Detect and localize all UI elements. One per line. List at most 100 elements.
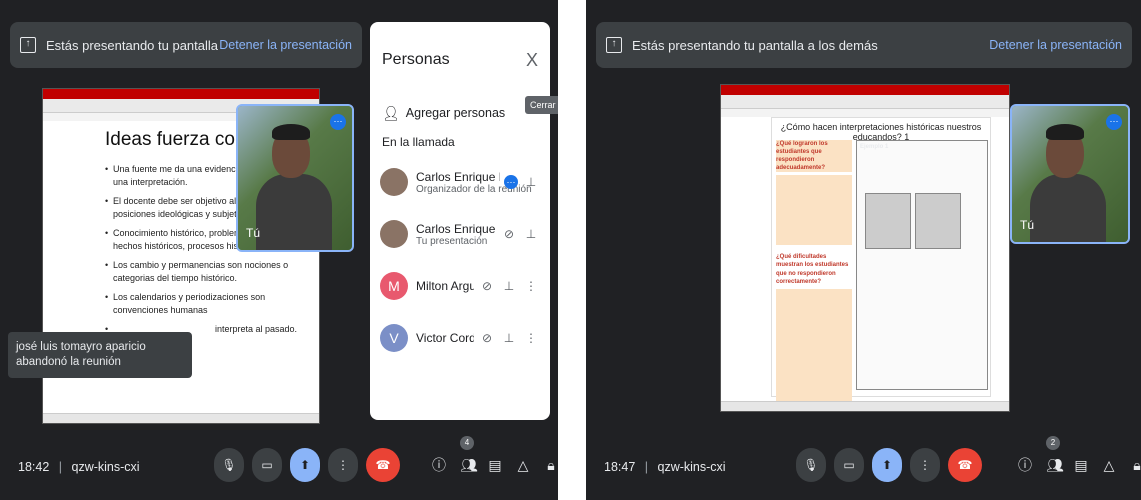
worksheet-answer-1 (776, 175, 852, 246)
worksheet-answer-2 (776, 288, 852, 409)
stop-presenting-button[interactable]: Detener la presentación (989, 38, 1122, 52)
close-icon[interactable]: X (526, 50, 538, 71)
side-controls: ⓘ 4 👥︎ ▤ △ 🔒︎ (432, 436, 558, 482)
add-people-label: Agregar personas (405, 106, 506, 120)
activities-icon[interactable]: △ (516, 448, 530, 482)
meeting-time: 18:47 (604, 460, 636, 474)
person-body (256, 174, 332, 250)
pin-off-icon[interactable]: ⊥ (522, 227, 540, 241)
presenting-message: Estás presentando tu pantalla a los demá… (46, 37, 219, 53)
left-meeting-toast: josé luis tomayro aparicio abandonó la r… (8, 332, 192, 378)
speaking-icon: ⋯ (504, 175, 518, 189)
info-icon[interactable]: ⓘ (1018, 448, 1032, 482)
avatar: M (380, 272, 408, 300)
call-controls: 🎙︎ ▭ ⬆ ⋮ ☎︎ (214, 448, 400, 482)
self-video-tile[interactable]: ⋯ Tú (1010, 104, 1130, 244)
worksheet-figure (915, 193, 961, 249)
lock-icon[interactable]: 🔒︎ (1130, 448, 1141, 482)
self-tile-label: Tú (1020, 218, 1035, 232)
end-call-icon[interactable]: ☎︎ (366, 448, 400, 482)
participant-row[interactable]: V Victor Cordova R... ⊘ ⊥ ⋮ (370, 312, 550, 364)
captions-icon[interactable]: ▭ (834, 448, 864, 482)
worksheet-question-1: ¿Qué lograron los estudiantes que respon… (776, 140, 852, 173)
presenting-banner: ↑ Estás presentando tu pantalla a los de… (10, 22, 362, 68)
people-icon[interactable]: 2 👥︎ (1046, 436, 1064, 482)
mic-off-icon[interactable]: ⊘ (500, 227, 518, 241)
ppt-title-bar (721, 85, 1009, 95)
meeting-info: 18:47 | qzw-kins-cxi (604, 460, 726, 474)
self-video-tile[interactable]: ⋯ Tú (236, 104, 354, 252)
participant-row[interactable]: Carlos Enrique Paucar P... Tu presentaci… (370, 208, 550, 260)
ppt-title-bar (43, 89, 319, 99)
more-options-icon[interactable]: ⋯ (330, 114, 346, 130)
pin-icon[interactable]: ⊥ (500, 279, 518, 293)
participant-name: Carlos Enrique Paucar P... (416, 221, 496, 236)
side-controls: ⓘ 2 👥︎ ▤ △ 🔒︎ (1018, 436, 1141, 482)
ppt-status-bar (43, 413, 319, 423)
mic-icon[interactable]: 🎙︎ (796, 448, 826, 482)
chat-icon[interactable]: ▤ (1074, 448, 1088, 482)
add-person-icon: 👤︎ (382, 104, 400, 121)
more-options-icon[interactable]: ⋮ (522, 279, 540, 293)
worksheet: ¿Cómo hacen interpretaciones históricas … (771, 117, 991, 409)
close-tooltip: Cerrar (525, 96, 558, 114)
person-body (1030, 174, 1106, 242)
chat-icon[interactable]: ▤ (488, 448, 502, 482)
meet-window-right: ↑ Estás presentando tu pantalla a los de… (586, 0, 1141, 500)
worksheet-example-box: Ejemplo 1 (856, 140, 988, 390)
captions-icon[interactable]: ▭ (252, 448, 282, 482)
end-call-icon[interactable]: ☎︎ (948, 448, 982, 482)
pin-icon[interactable]: ⊥ (522, 175, 540, 189)
slide-bullet: Los cambio y permanencias son nociones o… (105, 259, 305, 285)
pin-icon[interactable]: ⊥ (500, 331, 518, 345)
participant-name: Victor Cordova R... (416, 331, 474, 345)
mic-off-icon[interactable]: ⊘ (478, 331, 496, 345)
presenting-message: Estás presentando tu pantalla a los demá… (632, 37, 878, 53)
bottom-toolbar: 18:42 | qzw-kins-cxi 🎙︎ ▭ ⬆ ⋮ ☎︎ ⓘ 4 👥︎ ▤… (0, 434, 558, 500)
more-options-icon[interactable]: ⋮ (522, 331, 540, 345)
people-panel: Personas X 👤︎ Agregar personas En la lla… (370, 22, 550, 420)
meeting-code: qzw-kins-cxi (71, 460, 140, 474)
present-icon[interactable]: ⬆ (290, 448, 320, 482)
people-icon[interactable]: 4 👥︎ (460, 436, 478, 482)
participant-row[interactable]: Carlos Enrique Pauc... (Tú) Organizador … (370, 156, 550, 208)
ppt-status-bar (721, 401, 1009, 411)
participant-name: Milton Arguiñego (416, 279, 474, 293)
avatar (380, 168, 408, 196)
people-panel-title: Personas (382, 51, 450, 68)
call-controls: 🎙︎ ▭ ⬆ ⋮ ☎︎ (796, 448, 982, 482)
meet-window-left: ↑ Estás presentando tu pantalla a los de… (0, 0, 558, 500)
info-icon[interactable]: ⓘ (432, 448, 446, 482)
more-options-icon[interactable]: ⋯ (1106, 114, 1122, 130)
present-screen-icon: ↑ (20, 37, 36, 53)
in-call-section: En la llamada (382, 135, 455, 149)
mic-icon[interactable]: 🎙︎ (214, 448, 244, 482)
people-count-badge: 2 (1046, 436, 1060, 450)
self-tile-label: Tú (246, 226, 261, 240)
worksheet-example-label: Ejemplo 1 (860, 144, 889, 150)
more-options-icon[interactable]: ⋮ (910, 448, 940, 482)
lock-icon[interactable]: 🔒︎ (544, 448, 558, 482)
present-screen-icon: ↑ (606, 37, 622, 53)
add-people-button[interactable]: 👤︎ Agregar personas (370, 98, 550, 128)
present-icon[interactable]: ⬆ (872, 448, 902, 482)
participant-row[interactable]: M Milton Arguiñego ⊘ ⊥ ⋮ (370, 260, 550, 312)
more-options-icon[interactable]: ⋮ (328, 448, 358, 482)
slide-bullet: Los calendarios y periodizaciones son co… (105, 291, 305, 317)
stop-presenting-button[interactable]: Detener la presentación (219, 38, 352, 52)
presenting-banner: ↑ Estás presentando tu pantalla a los de… (596, 22, 1132, 68)
avatar (380, 220, 408, 248)
shared-screen: ¿Cómo hacen interpretaciones históricas … (720, 84, 1010, 412)
mic-off-icon[interactable]: ⊘ (478, 279, 496, 293)
people-count-badge: 4 (460, 436, 474, 450)
activities-icon[interactable]: △ (1102, 448, 1116, 482)
worksheet-figure (865, 193, 911, 249)
avatar: V (380, 324, 408, 352)
worksheet-title: ¿Cómo hacen interpretaciones históricas … (780, 122, 982, 142)
ppt-ruler (721, 109, 1009, 117)
bottom-toolbar: 18:47 | qzw-kins-cxi 🎙︎ ▭ ⬆ ⋮ ☎︎ ⓘ 2 👥︎ ▤… (586, 434, 1141, 500)
meeting-info: 18:42 | qzw-kins-cxi (18, 460, 140, 474)
meeting-code: qzw-kins-cxi (657, 460, 726, 474)
ppt-ribbon (721, 95, 1009, 109)
participant-role: Tu presentación (416, 235, 488, 247)
